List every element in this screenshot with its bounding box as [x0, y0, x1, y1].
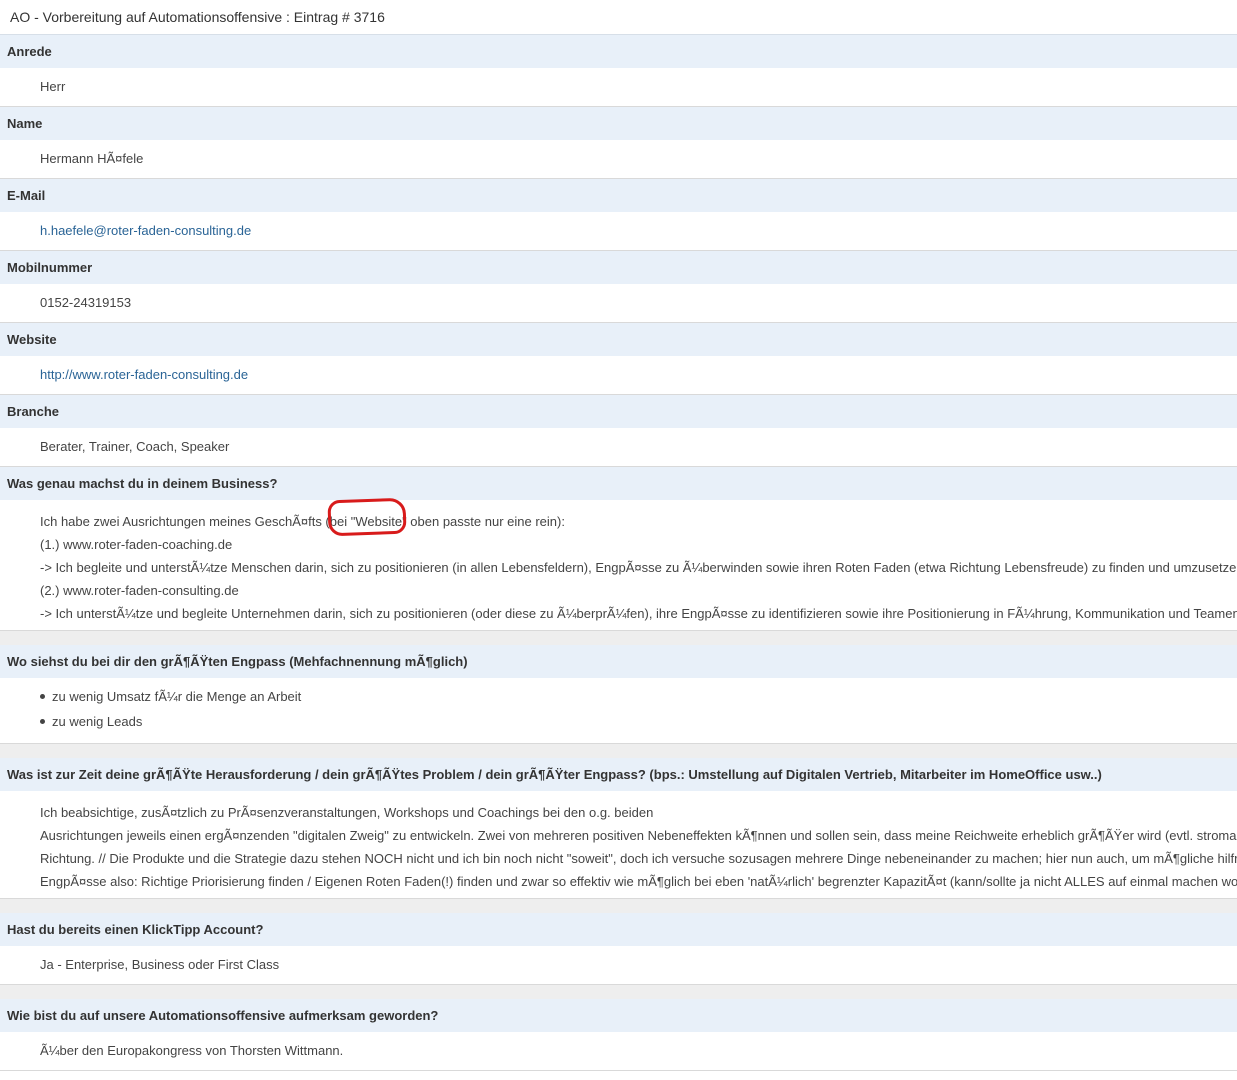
list-item: zu wenig Leads [40, 709, 1237, 734]
engpass-list: zu wenig Umsatz fÃ¼r die Menge an Arbeit… [40, 684, 1237, 734]
section-spacer [0, 631, 1237, 645]
entry-detail-page: AO - Vorbereitung auf Automationsoffensi… [0, 0, 1237, 1080]
business-line-5: -> Ich unterstÃ¼tze und begleite Unterne… [40, 606, 1237, 621]
business-line-4: (2.) www.roter-faden-consulting.de [40, 583, 239, 598]
field-value-mobile: 0152-24319153 [0, 284, 1237, 323]
field-value-anrede: Herr [0, 68, 1237, 107]
website-link[interactable]: http://www.roter-faden-consulting.de [40, 367, 248, 382]
herausforderung-line-3: Richtung. // Die Produkte und die Strate… [40, 851, 1237, 866]
field-label-branche: Branche [0, 395, 1237, 428]
field-label-klicktipp: Hast du bereits einen KlickTipp Account? [0, 913, 1237, 946]
section-spacer [0, 744, 1237, 758]
field-value-business: Ich habe zwei Ausrichtungen meines Gesch… [0, 500, 1237, 631]
field-value-aufmerksam: Ã¼ber den Europakongress von Thorsten Wi… [0, 1032, 1237, 1071]
field-label-mobile: Mobilnummer [0, 251, 1237, 284]
field-label-anrede: Anrede [0, 35, 1237, 68]
field-value-website-row: http://www.roter-faden-consulting.de [0, 356, 1237, 395]
herausforderung-line-1: Ich beabsichtige, zusÃ¤tzlich zu PrÃ¤sen… [40, 805, 654, 820]
field-value-klicktipp: Ja - Enterprise, Business oder First Cla… [0, 946, 1237, 985]
list-item: zu wenig Umsatz fÃ¼r die Menge an Arbeit [40, 684, 1237, 709]
section-spacer [0, 899, 1237, 913]
field-value-name: Hermann HÃ¤fele [0, 140, 1237, 179]
field-label-name: Name [0, 107, 1237, 140]
email-link[interactable]: h.haefele@roter-faden-consulting.de [40, 223, 251, 238]
field-value-engpass: zu wenig Umsatz fÃ¼r die Menge an Arbeit… [0, 678, 1237, 744]
herausforderung-line-4: EngpÃ¤sse also: Richtige Priorisierung f… [40, 874, 1237, 889]
business-line-1: Ich habe zwei Ausrichtungen meines Gesch… [40, 514, 565, 529]
section-spacer [0, 985, 1237, 999]
field-value-email-row: h.haefele@roter-faden-consulting.de [0, 212, 1237, 251]
entry-title: AO - Vorbereitung auf Automationsoffensi… [0, 0, 1237, 35]
field-label-engpass: Wo siehst du bei dir den grÃ¶ÃŸten Engpa… [0, 645, 1237, 678]
field-label-email: E-Mail [0, 179, 1237, 212]
herausforderung-line-2: Ausrichtungen jeweils einen ergÃ¤nzenden… [40, 828, 1237, 843]
business-line-3: -> Ich begleite und unterstÃ¼tze Mensche… [40, 560, 1237, 575]
field-value-herausforderung: Ich beabsichtige, zusÃ¤tzlich zu PrÃ¤sen… [0, 791, 1237, 899]
field-label-website: Website [0, 323, 1237, 356]
business-line-2: (1.) www.roter-faden-coaching.de [40, 537, 233, 552]
field-label-aufmerksam: Wie bist du auf unsere Automationsoffens… [0, 999, 1237, 1032]
field-label-business: Was genau machst du in deinem Business? [0, 467, 1237, 500]
field-label-herausforderung: Was ist zur Zeit deine grÃ¶ÃŸte Herausfo… [0, 758, 1237, 791]
field-value-branche: Berater, Trainer, Coach, Speaker [0, 428, 1237, 467]
